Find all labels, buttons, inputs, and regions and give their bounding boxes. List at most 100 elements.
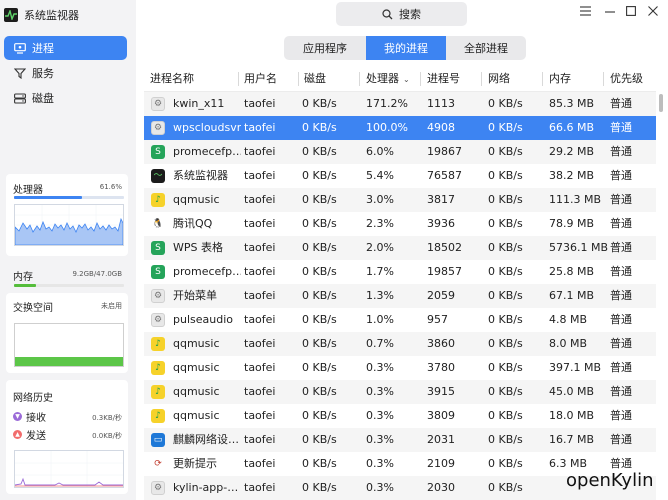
process-user: taofei: [244, 361, 276, 374]
gear-icon: ⚙: [151, 289, 165, 303]
table-row[interactable]: ♪ qqmusic taofei 0 KB/s 3.0% 3817 0 KB/s 111.3 …: [144, 188, 656, 212]
network-recv-label: 接收: [26, 413, 46, 424]
table-row[interactable]: 🐧 腾讯QQ taofei 0 KB/s 2.3% 3936 0 KB/s 78.9 MB 普通: [144, 212, 656, 236]
process-priority: 普通: [610, 193, 632, 206]
process-pid: 18502: [427, 241, 462, 254]
process-name: wpscloudsvr: [173, 121, 241, 134]
process-disk: 0 KB/s: [302, 457, 337, 470]
column-header-cpu[interactable]: 处理器 ⌄: [366, 66, 410, 92]
process-cpu: 1.0%: [366, 313, 394, 326]
process-priority: 普通: [610, 433, 632, 446]
close-button[interactable]: [646, 4, 660, 18]
process-name: qqmusic: [173, 337, 220, 350]
sidebar-item-services[interactable]: 服务: [4, 61, 127, 85]
column-header-user[interactable]: 用户名: [244, 66, 277, 92]
process-cpu: 0.3%: [366, 409, 394, 422]
process-pid: 2031: [427, 433, 455, 446]
minimize-button[interactable]: [603, 4, 617, 18]
table-row[interactable]: ⚙ wpscloudsvr taofei 0 KB/s 100.0% 4908 0 KB/s…: [144, 116, 656, 140]
cpu-label: 处理器: [13, 185, 43, 196]
network-send-label: 发送: [26, 431, 46, 442]
tab-all-processes[interactable]: 全部进程: [446, 36, 526, 60]
process-memory: 111.3 MB: [549, 193, 602, 206]
process-cpu: 5.4%: [366, 169, 394, 182]
search-icon: [382, 8, 393, 19]
process-name: 系统监视器: [173, 169, 228, 182]
column-separator: [542, 72, 543, 86]
process-priority: 普通: [610, 145, 632, 158]
process-pid: 3915: [427, 385, 455, 398]
process-name: qqmusic: [173, 409, 220, 422]
process-memory: 16.7 MB: [549, 433, 595, 446]
column-separator: [481, 72, 482, 86]
gear-icon: ⚙: [151, 97, 165, 111]
process-pid: 2109: [427, 457, 455, 470]
process-pid: 1113: [427, 97, 455, 110]
table-row[interactable]: ♪ qqmusic taofei 0 KB/s 0.3% 3915 0 KB/s 45.0 M…: [144, 380, 656, 404]
swap-label: 交换空间: [13, 303, 53, 314]
network-history-graph: [14, 450, 124, 488]
menu-button[interactable]: [578, 4, 592, 18]
process-network: 0 KB/s: [488, 265, 523, 278]
column-separator: [603, 72, 604, 86]
tab-my-processes[interactable]: 我的进程: [366, 36, 446, 60]
table-row[interactable]: ⚙ kwin_x11 taofei 0 KB/s 171.2% 1113 0 KB/s 85.…: [144, 92, 656, 116]
process-pid: 3817: [427, 193, 455, 206]
column-header-priority[interactable]: 优先级: [610, 66, 643, 92]
table-row[interactable]: ♪ qqmusic taofei 0 KB/s 0.3% 3809 0 KB/s 18.0 M…: [144, 404, 656, 428]
column-header-disk[interactable]: 磁盘: [304, 66, 326, 92]
process-name: WPS 表格: [173, 241, 223, 254]
process-network: 0 KB/s: [488, 97, 523, 110]
qqmusic-icon: ♪: [151, 193, 165, 207]
network-panel: 网络历史 ▼ 接收 0.3KB/秒 ▲ 发送 0.0KB/秒: [6, 380, 128, 494]
column-header-name[interactable]: 进程名称: [150, 66, 194, 92]
app-title-bar: 系统监视器: [4, 6, 79, 24]
table-row[interactable]: ⚙ 开始菜单 taofei 0 KB/s 1.3% 2059 0 KB/s 67.1 MB 普通: [144, 284, 656, 308]
table-row[interactable]: S WPS 表格 taofei 0 KB/s 2.0% 18502 0 KB/s 5736.1…: [144, 236, 656, 260]
memory-panel: 内存 9.2GB/47.0GB: [6, 262, 128, 292]
process-user: taofei: [244, 457, 276, 470]
column-header-pid[interactable]: 进程号: [427, 66, 460, 92]
table-row[interactable]: ♪ qqmusic taofei 0 KB/s 0.3% 3780 0 KB/s 397.1 …: [144, 356, 656, 380]
arrow-down-icon: ▼: [13, 412, 22, 421]
process-pid: 76587: [427, 169, 462, 182]
close-icon: [648, 6, 658, 16]
cpu-usage-bar: [14, 196, 124, 199]
search-box[interactable]: 搜索: [336, 2, 467, 26]
table-row[interactable]: 〜系统监视器 taofei 0 KB/s 5.4% 76587 0 KB/s 38.2 MB…: [144, 164, 656, 188]
process-priority: 普通: [610, 385, 632, 398]
column-separator: [359, 72, 360, 86]
gear-icon: ⚙: [151, 481, 165, 495]
process-network: 0 KB/s: [488, 337, 523, 350]
cpu-usage-fill: [14, 196, 82, 199]
table-row[interactable]: ♪ qqmusic taofei 0 KB/s 0.7% 3860 0 KB/s 8.0 MB…: [144, 332, 656, 356]
column-separator: [420, 72, 421, 86]
process-pid: 2030: [427, 481, 455, 494]
network-send-legend: ▲ 发送: [13, 427, 46, 442]
filter-icon: [14, 67, 26, 79]
maximize-button[interactable]: [624, 4, 638, 18]
column-header-memory[interactable]: 内存: [549, 66, 571, 92]
column-header-network[interactable]: 网络: [488, 66, 510, 92]
process-user: taofei: [244, 409, 276, 422]
process-user: taofei: [244, 193, 276, 206]
table-row[interactable]: ⚙ pulseaudio taofei 0 KB/s 1.0% 957 0 KB/s 4.8 …: [144, 308, 656, 332]
process-cpu: 171.2%: [366, 97, 408, 110]
sidebar-item-processes[interactable]: 进程: [4, 36, 127, 60]
swap-graph: [14, 323, 124, 367]
table-row[interactable]: Spromecefp… taofei 0 KB/s 6.0% 19867 0 KB/s 29…: [144, 140, 656, 164]
process-name: promecefp…: [173, 145, 241, 158]
openkylin-watermark: openKylin: [566, 470, 654, 491]
table-row[interactable]: Spromecefp… taofei 0 KB/s 1.7% 19857 0 KB/s 25…: [144, 260, 656, 284]
system-monitor-icon: 〜: [151, 169, 165, 183]
sidebar-item-disks[interactable]: 磁盘: [4, 86, 127, 110]
tab-applications[interactable]: 应用程序: [284, 36, 366, 60]
column-separator: [238, 72, 239, 86]
process-name: kylin-app-…: [173, 481, 239, 494]
qqmusic-icon: ♪: [151, 361, 165, 375]
network-send-value: 0.0KB/秒: [92, 432, 122, 440]
scrollbar[interactable]: [659, 94, 663, 112]
process-network: 0 KB/s: [488, 145, 523, 158]
table-row[interactable]: ▭ 麒麟网络设… taofei 0 KB/s 0.3% 2031 0 KB/s 16.7 MB…: [144, 428, 656, 452]
process-user: taofei: [244, 385, 276, 398]
